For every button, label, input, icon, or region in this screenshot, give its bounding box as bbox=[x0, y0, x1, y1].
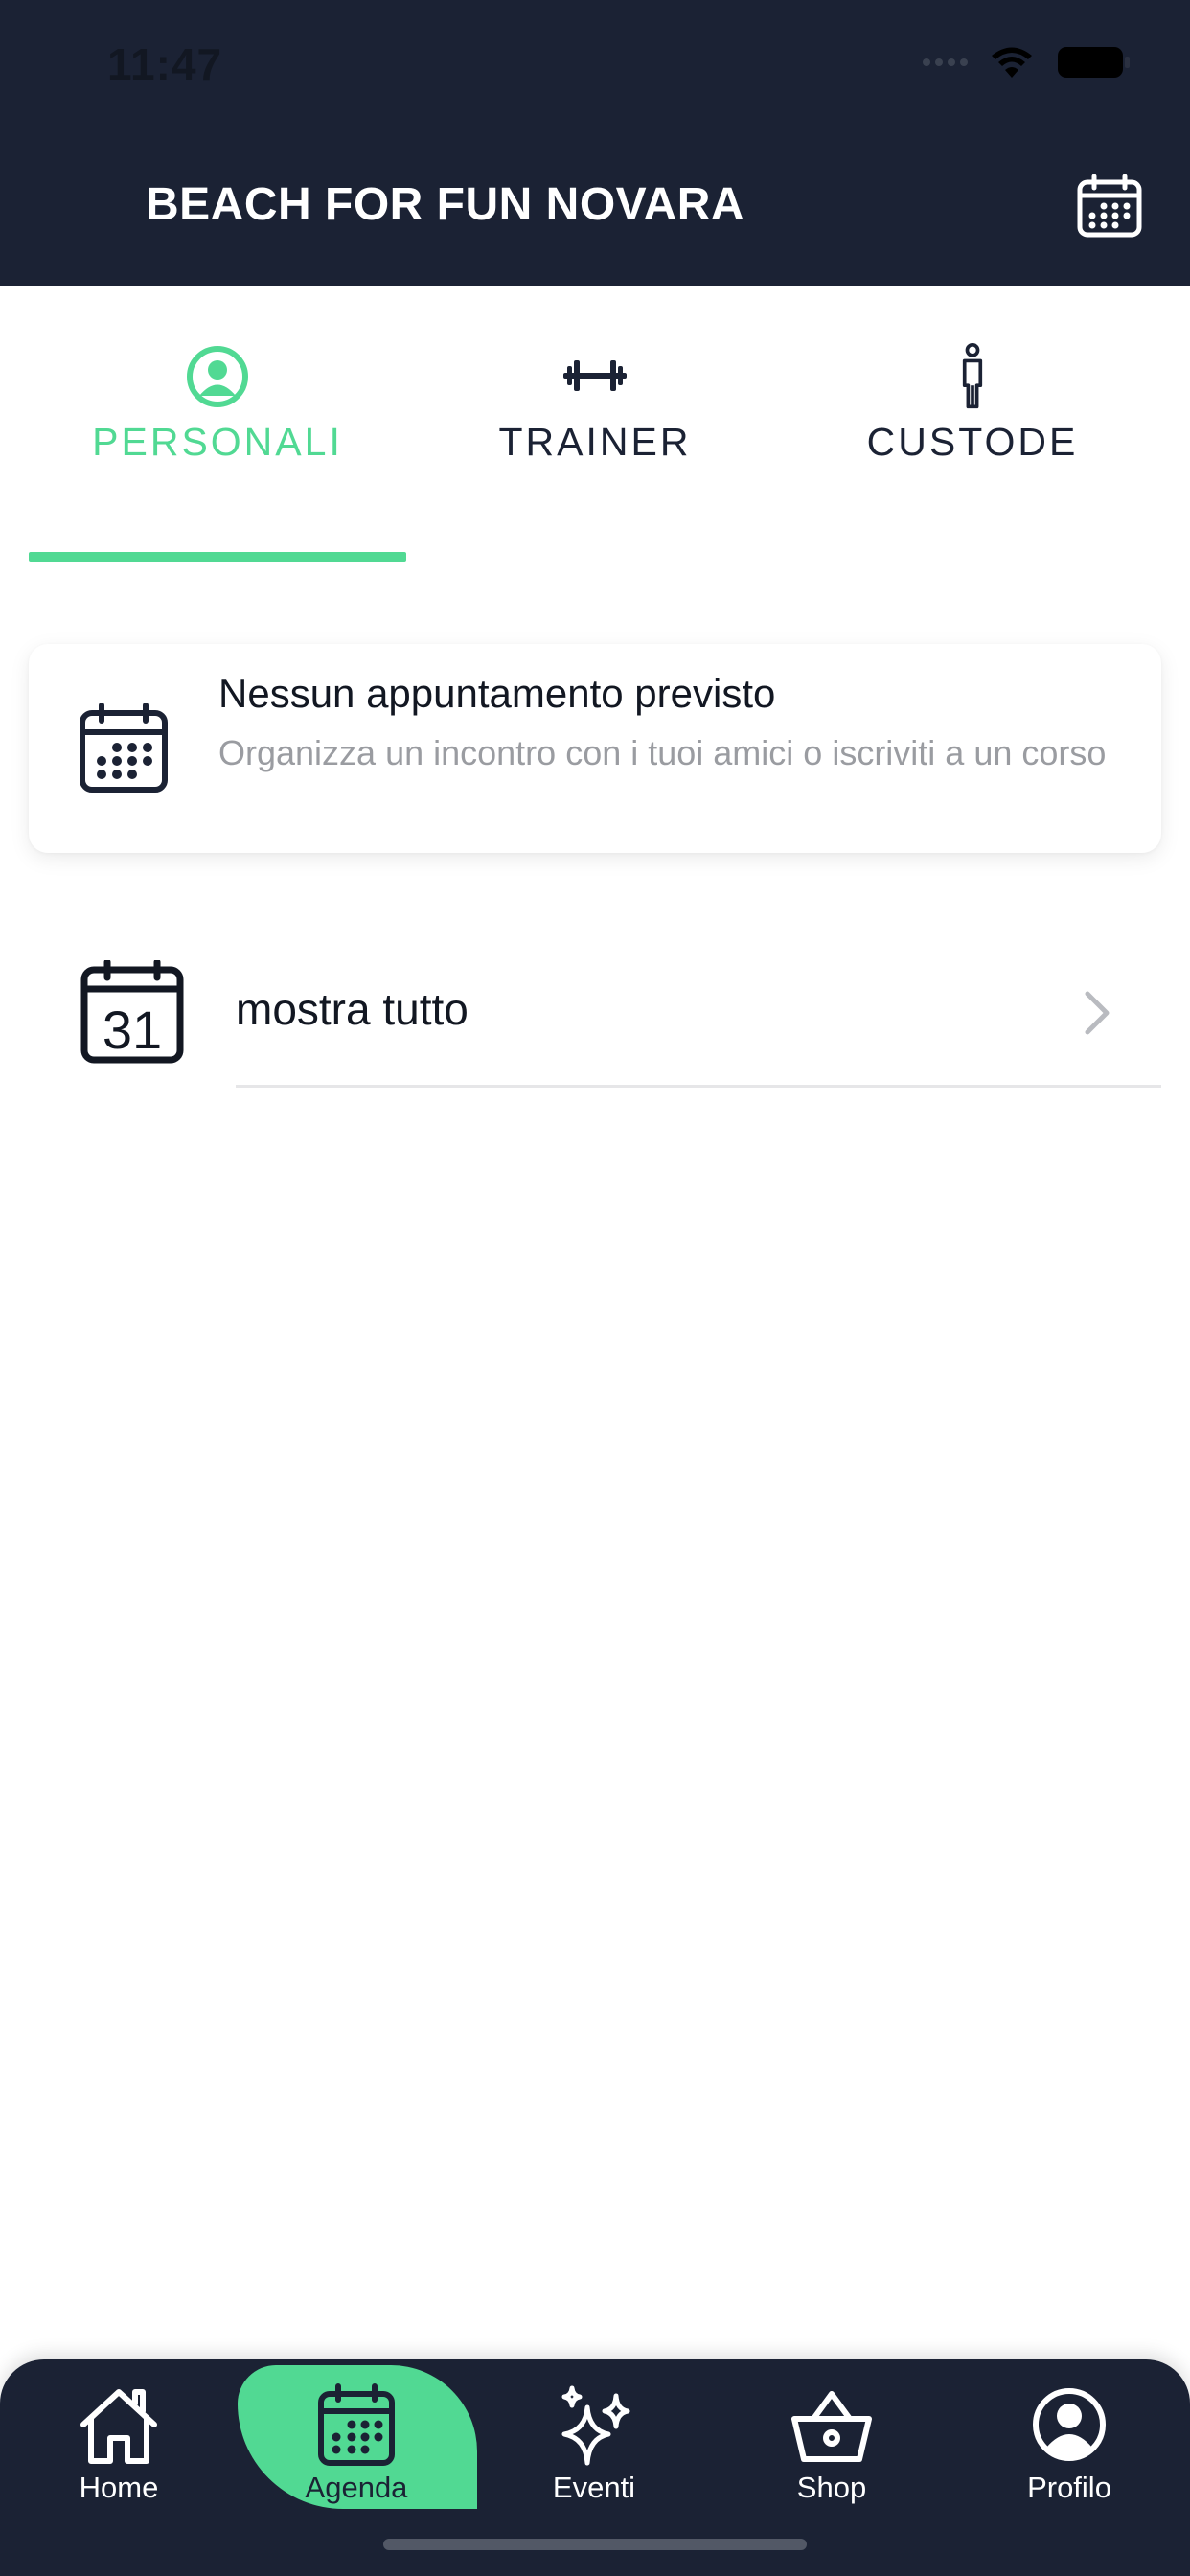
show-all-label: mostra tutto bbox=[236, 984, 469, 1034]
active-tab-indicator bbox=[29, 552, 406, 562]
sparkles-icon bbox=[561, 2385, 630, 2466]
status-indicators bbox=[923, 44, 1133, 80]
person-icon bbox=[962, 343, 983, 409]
card-title: Nessun appuntamento previsto bbox=[218, 671, 776, 716]
empty-appointments-card: Nessun appuntamento previsto Organizza u… bbox=[29, 644, 1161, 853]
nav-label: Profilo bbox=[1027, 2471, 1111, 2504]
chevron-right-icon bbox=[1085, 991, 1110, 1035]
user-circle-icon bbox=[187, 346, 248, 407]
page-title: BEACH FOR FUN NOVARA bbox=[146, 179, 745, 230]
basket-icon bbox=[791, 2391, 872, 2462]
home-indicator bbox=[383, 2539, 807, 2550]
calendar-grid-icon bbox=[80, 703, 168, 793]
signal-icon bbox=[923, 58, 968, 66]
tab-label: PERSONALI bbox=[92, 420, 343, 464]
nav-label: Eventi bbox=[552, 2471, 636, 2504]
nav-profilo[interactable]: Profilo bbox=[950, 2359, 1188, 2513]
user-circle-icon bbox=[1033, 2388, 1106, 2461]
tab-label: TRAINER bbox=[498, 420, 692, 464]
battery-icon bbox=[1058, 47, 1130, 78]
status-time: 11:47 bbox=[107, 39, 223, 89]
calendar-day-number: 31 bbox=[103, 1000, 162, 1060]
show-all-row[interactable]: 31 mostra tutto bbox=[0, 920, 1190, 1089]
calendar-grid-icon[interactable] bbox=[1077, 174, 1142, 238]
nav-label: Shop bbox=[796, 2471, 867, 2504]
calendar-grid-icon bbox=[318, 2383, 395, 2466]
dumbbell-icon bbox=[563, 360, 627, 391]
tab-personali[interactable]: PERSONALI bbox=[29, 343, 406, 496]
nav-label: Home bbox=[79, 2471, 159, 2504]
tab-custode[interactable]: CUSTODE bbox=[784, 343, 1161, 496]
home-icon bbox=[80, 2389, 157, 2464]
nav-home[interactable]: Home bbox=[0, 2359, 238, 2513]
calendar-31-icon: 31 bbox=[80, 960, 184, 1064]
tab-trainer[interactable]: TRAINER bbox=[406, 343, 784, 496]
row-divider bbox=[236, 1085, 1161, 1088]
app-header: 11:47 BEACH FOR FUN NOVARA bbox=[0, 0, 1190, 286]
wifi-icon bbox=[992, 47, 1032, 78]
nav-eventi[interactable]: Eventi bbox=[475, 2359, 713, 2513]
tab-label: CUSTODE bbox=[866, 420, 1079, 464]
card-subtitle: Organizza un incontro con i tuoi amici o… bbox=[218, 733, 1107, 772]
nav-label: Agenda bbox=[305, 2471, 408, 2504]
nav-agenda[interactable]: Agenda bbox=[238, 2359, 475, 2513]
agenda-tabs: PERSONALI TRAINER CUSTODE bbox=[0, 286, 1190, 564]
nav-shop[interactable]: Shop bbox=[713, 2359, 950, 2513]
